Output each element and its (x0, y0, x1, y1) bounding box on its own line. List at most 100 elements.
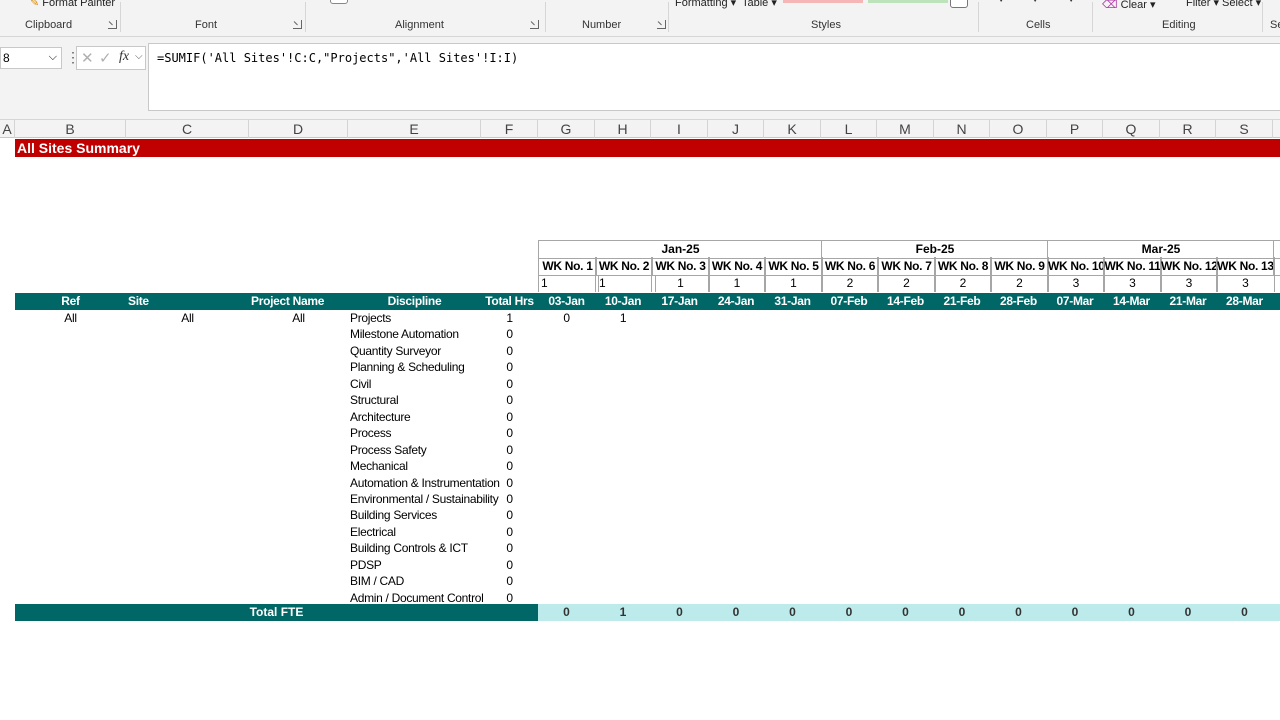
column-header-r[interactable]: R (1160, 120, 1216, 138)
total-hrs-cell[interactable]: 0 (481, 376, 538, 392)
total-hrs-cell[interactable]: 0 (481, 409, 538, 425)
month-number-cell[interactable]: 1 (538, 275, 599, 292)
fte-total-cell[interactable]: 0 (934, 604, 990, 621)
week-header[interactable]: WK No. 8 (934, 257, 992, 276)
discipline-name-cell[interactable]: Process (350, 425, 481, 441)
format-dropdown-icon[interactable]: ˅ (1068, 0, 1074, 6)
format-painter-button[interactable]: ✎ Format Painter (30, 0, 115, 9)
column-header-d[interactable]: D (249, 120, 348, 138)
header-date[interactable]: 03-Jan (538, 293, 596, 310)
month-number-cell[interactable]: 3 (1216, 275, 1275, 292)
week-header[interactable]: WK No. 12 (1160, 257, 1218, 276)
column-header-l[interactable]: L (821, 120, 877, 138)
discipline-name-cell[interactable]: Architecture (350, 409, 481, 425)
header-date[interactable]: 17-Jan (651, 293, 709, 310)
discipline-name-cell[interactable]: Automation & Instrumentation (350, 475, 500, 491)
month-number-cell[interactable]: 1 (651, 275, 710, 292)
formula-input[interactable]: =SUMIF('All Sites'!C:C,"Projects",'All S… (148, 43, 1280, 111)
total-hrs-cell[interactable]: 0 (481, 359, 538, 375)
number-launcher-icon[interactable] (657, 20, 666, 29)
total-hrs-cell[interactable]: 0 (481, 326, 538, 342)
week-header[interactable]: WK No. 7 (877, 257, 936, 276)
total-hrs-cell[interactable]: 0 (481, 475, 538, 491)
wrap-checkbox-icon[interactable] (330, 0, 348, 4)
discipline-name-cell[interactable]: Building Controls & ICT (350, 540, 481, 556)
week-header[interactable]: WK No. 10 (1047, 257, 1105, 276)
header-ref[interactable]: Ref (15, 293, 127, 310)
total-fte-label[interactable]: Total FTE (15, 604, 538, 621)
discipline-name-cell[interactable]: Projects (350, 310, 481, 326)
month-number-cell[interactable]: 3 (1047, 275, 1105, 292)
column-header-j[interactable]: J (708, 120, 764, 138)
fte-total-cell[interactable]: 0 (708, 604, 764, 621)
fte-total-cell[interactable]: 0 (651, 604, 708, 621)
conditional-formatting-button[interactable]: Formatting ▾ (675, 0, 736, 9)
total-hrs-cell[interactable]: 0 (481, 392, 538, 408)
header-date-partial[interactable] (1273, 293, 1280, 310)
column-header-g[interactable]: G (538, 120, 595, 138)
column-header-h[interactable]: H (595, 120, 651, 138)
total-hrs-cell[interactable]: 0 (481, 557, 538, 573)
week-header-partial[interactable] (1273, 257, 1280, 276)
week-header[interactable]: WK No. 1 (538, 257, 597, 276)
header-date[interactable]: 24-Jan (708, 293, 765, 310)
total-hrs-cell[interactable]: 0 (481, 491, 538, 507)
month-number-cell[interactable]: 2 (990, 275, 1049, 292)
discipline-name-cell[interactable]: PDSP (350, 557, 481, 573)
header-date[interactable]: 07-Mar (1047, 293, 1104, 310)
fte-total-cell[interactable]: 0 (1160, 604, 1216, 621)
month-number-cell[interactable]: 1 (764, 275, 823, 292)
fte-total-cell-partial[interactable] (1273, 604, 1280, 621)
header-date[interactable]: 10-Jan (595, 293, 652, 310)
month-number-cell[interactable]: 2 (877, 275, 936, 292)
header-date[interactable]: 28-Mar (1216, 293, 1274, 310)
header-date[interactable]: 07-Feb (821, 293, 878, 310)
column-header-q[interactable]: Q (1103, 120, 1160, 138)
fte-total-cell[interactable]: 0 (1216, 604, 1273, 621)
format-as-table-button[interactable]: Table ▾ (742, 0, 777, 9)
insert-dropdown-icon[interactable]: ˅ (998, 0, 1004, 6)
header-date[interactable]: 31-Jan (764, 293, 822, 310)
delete-dropdown-icon[interactable]: ˅ (1032, 0, 1038, 6)
week-header[interactable]: WK No. 11 (1103, 257, 1162, 276)
confirm-icon[interactable]: ✓ (99, 49, 112, 67)
fte-total-cell[interactable]: 1 (595, 604, 651, 621)
column-header-k[interactable]: K (764, 120, 821, 138)
discipline-name-cell[interactable]: Process Safety (350, 442, 481, 458)
column-header-b[interactable]: B (15, 120, 126, 138)
fte-total-cell[interactable]: 0 (1047, 604, 1103, 621)
discipline-name-cell[interactable]: Civil (350, 376, 481, 392)
discipline-name-cell[interactable]: Mechanical (350, 458, 481, 474)
week-header[interactable]: WK No. 2 (595, 257, 653, 276)
clear-button[interactable]: ⌫ Clear ▾ (1102, 0, 1156, 11)
find-select-button[interactable]: Select ▾ (1222, 0, 1261, 9)
month-number-cell[interactable]: 3 (1160, 275, 1218, 292)
column-header-n[interactable]: N (934, 120, 990, 138)
discipline-name-cell[interactable]: BIM / CAD (350, 573, 481, 589)
project-filter-cell[interactable]: All (249, 310, 348, 326)
alignment-launcher-icon[interactable] (530, 20, 539, 29)
fte-total-cell[interactable]: 0 (1103, 604, 1160, 621)
week-value-cell[interactable]: 1 (595, 310, 651, 326)
site-filter-cell[interactable]: All (126, 310, 249, 326)
week-header[interactable]: WK No. 5 (764, 257, 823, 276)
header-site[interactable]: Site (126, 293, 252, 310)
discipline-name-cell[interactable]: Milestone Automation (350, 326, 481, 342)
week-value-cell[interactable]: 0 (538, 310, 595, 326)
total-hrs-cell[interactable]: 0 (481, 540, 538, 556)
month-number-cell[interactable]: 3 (1103, 275, 1162, 292)
column-header-i[interactable]: I (651, 120, 708, 138)
chevron-down-icon[interactable]: ⌵ (49, 51, 57, 64)
month-number-cell[interactable]: 1 (708, 275, 766, 292)
header-date[interactable]: 28-Feb (990, 293, 1048, 310)
month-number-cell[interactable]: 1 (595, 275, 656, 292)
total-hrs-cell[interactable]: 0 (481, 425, 538, 441)
week-header[interactable]: WK No. 4 (708, 257, 766, 276)
total-hrs-cell[interactable]: 0 (481, 573, 538, 589)
header-discipline[interactable]: Discipline (348, 293, 482, 310)
cancel-icon[interactable]: ✕ (81, 49, 94, 67)
week-header[interactable]: WK No. 13 (1216, 257, 1275, 276)
header-date[interactable]: 14-Mar (1103, 293, 1161, 310)
total-hrs-cell[interactable]: 1 (481, 310, 538, 326)
total-hrs-cell[interactable]: 0 (481, 442, 538, 458)
